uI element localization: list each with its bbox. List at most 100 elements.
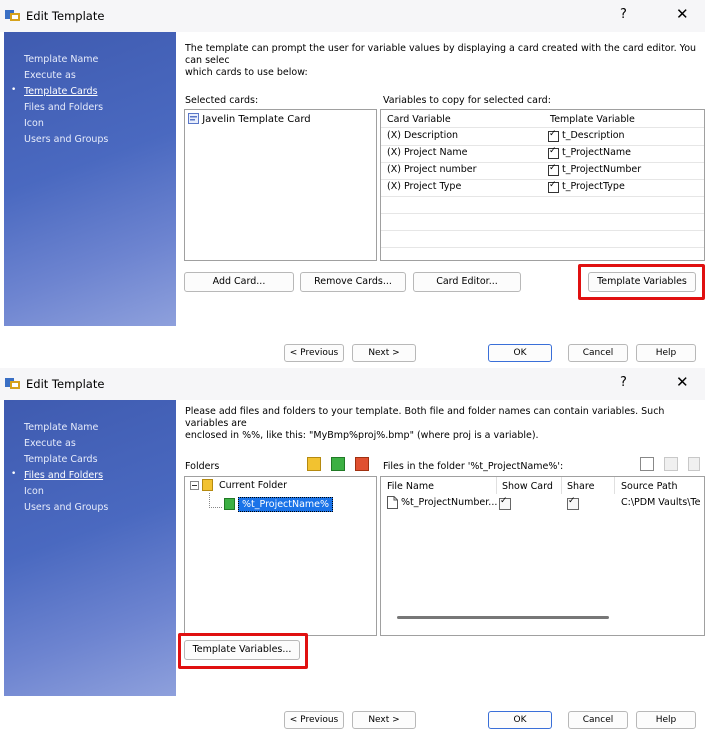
active-bullet-icon: • <box>11 469 17 479</box>
cancel-button[interactable]: Cancel <box>568 711 628 729</box>
empty-row <box>381 213 704 231</box>
template-variable: t_ProjectNumber <box>562 164 642 175</box>
copy-checkbox[interactable] <box>548 146 559 159</box>
active-bullet-icon: • <box>11 85 17 95</box>
card-icon <box>188 113 199 124</box>
column-header-template-variable: Template Variable <box>550 114 635 125</box>
help-button[interactable]: Help <box>636 344 696 362</box>
template-app-icon <box>5 378 20 389</box>
folder-tree[interactable]: Current Folder %t_ProjectName% <box>184 476 377 636</box>
title-bar: Edit Template ? ✕ <box>0 0 705 32</box>
list-item[interactable]: Javelin Template Card <box>188 113 311 125</box>
delete-file-icon[interactable] <box>688 457 700 471</box>
sidebar-item-template-cards[interactable]: Template Cards <box>24 86 98 97</box>
column-header-source-path: Source Path <box>621 481 678 492</box>
remove-cards-button[interactable]: Remove Cards... <box>300 272 406 292</box>
copy-checkbox[interactable] <box>548 163 559 176</box>
selected-cards-list[interactable]: Javelin Template Card <box>184 109 377 261</box>
card-editor-button[interactable]: Card Editor... <box>413 272 521 292</box>
sidebar-item-execute-as[interactable]: Execute as <box>24 438 76 449</box>
wizard-nav-bar: < Previous Next > OK Cancel Help <box>0 338 705 368</box>
sidebar-item-users-and-groups[interactable]: Users and Groups <box>24 502 108 513</box>
intro-text: The template can prompt the user for var… <box>185 43 697 78</box>
wizard-sidebar: Template Name Execute as • Template Card… <box>4 32 176 326</box>
horizontal-scrollbar[interactable] <box>397 616 609 619</box>
file-icon <box>387 496 398 509</box>
wizard-nav-bar: < Previous Next > OK Cancel Help <box>0 709 705 739</box>
card-variable: (X) Description <box>387 130 459 141</box>
files-label: Files in the folder '%t_ProjectName%': <box>383 461 564 472</box>
template-variable: t_Description <box>562 130 625 141</box>
collapse-icon[interactable] <box>190 481 199 490</box>
card-variable: (X) Project Name <box>387 147 468 158</box>
template-variable: t_ProjectName <box>562 147 632 158</box>
sidebar-item-users-and-groups[interactable]: Users and Groups <box>24 134 108 145</box>
wizard-sidebar: Template Name Execute as Template Cards … <box>4 400 176 696</box>
help-button[interactable]: Help <box>636 711 696 729</box>
dialog-title: Edit Template <box>26 377 105 391</box>
intro-text: Please add files and folders to your tem… <box>185 406 665 441</box>
sidebar-item-template-cards[interactable]: Template Cards <box>24 454 98 465</box>
table-row[interactable]: (X) Description t_Description <box>381 128 704 146</box>
sidebar-item-template-name[interactable]: Template Name <box>24 54 98 65</box>
title-bar: Edit Template ? ✕ <box>0 368 705 400</box>
ok-button[interactable]: OK <box>488 711 552 729</box>
table-row[interactable]: (X) Project Type t_ProjectType <box>381 179 704 197</box>
add-folder-icon[interactable] <box>307 457 321 471</box>
tree-child-label[interactable]: %t_ProjectName% <box>238 497 334 512</box>
card-variable: (X) Project number <box>387 164 477 175</box>
table-header: Card Variable Template Variable <box>381 110 704 128</box>
column-header-file-name: File Name <box>387 481 434 492</box>
edit-template-dialog-cards: Edit Template ? ✕ Template Name Execute … <box>0 0 705 368</box>
edit-file-icon[interactable] <box>664 457 678 471</box>
add-variable-folder-icon[interactable] <box>331 457 345 471</box>
table-row[interactable]: %t_ProjectNumber... C:\PDM Vaults\Te <box>381 495 704 512</box>
close-icon[interactable]: ✕ <box>676 5 689 23</box>
empty-row <box>381 230 704 248</box>
source-path: C:\PDM Vaults\Te <box>621 497 701 508</box>
tree-root-label[interactable]: Current Folder <box>219 480 287 491</box>
add-card-button[interactable]: Add Card... <box>184 272 294 292</box>
sidebar-item-files-and-folders[interactable]: Files and Folders <box>24 102 103 113</box>
help-icon[interactable]: ? <box>620 7 627 22</box>
table-row[interactable]: (X) Project number t_ProjectNumber <box>381 162 704 180</box>
copy-checkbox[interactable] <box>548 129 559 142</box>
edit-template-dialog-files: Edit Template ? ✕ Template Name Execute … <box>0 368 705 740</box>
folders-label: Folders <box>185 461 220 472</box>
sidebar-item-files-and-folders[interactable]: Files and Folders <box>24 470 103 481</box>
highlight-frame <box>578 264 705 300</box>
next-button[interactable]: Next > <box>352 344 416 362</box>
sidebar-item-template-name[interactable]: Template Name <box>24 422 98 433</box>
template-app-icon <box>5 10 20 21</box>
ok-button[interactable]: OK <box>488 344 552 362</box>
card-name: Javelin Template Card <box>202 114 311 125</box>
sidebar-item-icon[interactable]: Icon <box>24 118 44 129</box>
column-header-share: Share <box>567 481 595 492</box>
column-divider <box>614 477 615 494</box>
column-divider <box>561 477 562 494</box>
copy-checkbox[interactable] <box>548 180 559 193</box>
share-checkbox[interactable] <box>567 496 579 510</box>
cancel-button[interactable]: Cancel <box>568 344 628 362</box>
previous-button[interactable]: < Previous <box>284 711 344 729</box>
delete-folder-icon[interactable] <box>355 457 369 471</box>
sidebar-item-icon[interactable]: Icon <box>24 486 44 497</box>
file-name: %t_ProjectNumber... <box>401 497 498 508</box>
selected-cards-label: Selected cards: <box>185 95 259 106</box>
previous-button[interactable]: < Previous <box>284 344 344 362</box>
sidebar-item-execute-as[interactable]: Execute as <box>24 70 76 81</box>
show-card-checkbox[interactable] <box>499 496 511 510</box>
variables-label: Variables to copy for selected card: <box>383 95 551 106</box>
tree-connector <box>209 493 222 508</box>
files-table: File Name Show Card Share Source Path %t… <box>380 476 705 636</box>
add-file-icon[interactable] <box>640 457 654 471</box>
table-header: File Name Show Card Share Source Path <box>381 477 704 494</box>
column-divider <box>496 477 497 494</box>
help-icon[interactable]: ? <box>620 375 627 390</box>
close-icon[interactable]: ✕ <box>676 373 689 391</box>
next-button[interactable]: Next > <box>352 711 416 729</box>
column-header-show-card: Show Card <box>502 481 553 492</box>
table-row[interactable]: (X) Project Name t_ProjectName <box>381 145 704 163</box>
highlight-frame <box>178 633 308 669</box>
column-header-card-variable: Card Variable <box>387 114 451 125</box>
